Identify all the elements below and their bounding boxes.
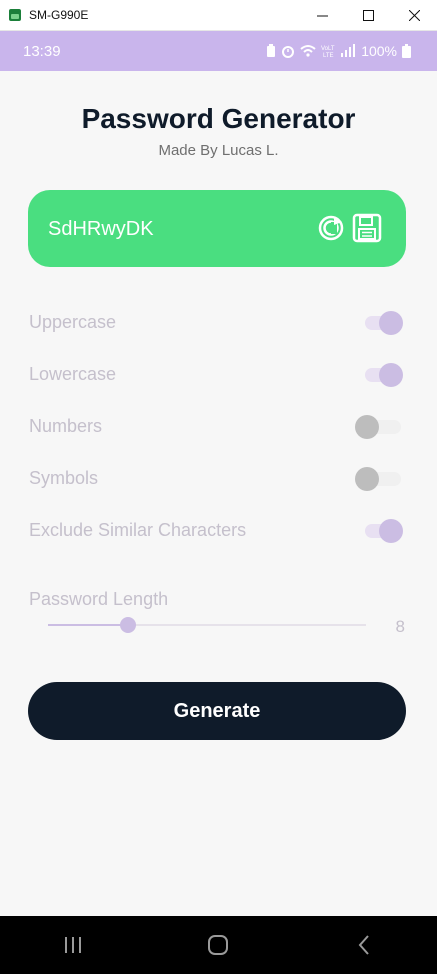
android-nav-bar: [0, 916, 437, 974]
wifi-icon: [300, 45, 316, 57]
toggle-knob: [355, 415, 379, 439]
maximize-icon: [362, 9, 374, 21]
home-icon: [208, 935, 229, 955]
window-titlebar: SM-G990E: [0, 0, 437, 31]
refresh-icon: [318, 215, 344, 241]
option-toggle[interactable]: [355, 467, 403, 491]
window-title: SM-G990E: [29, 8, 89, 22]
option-row: Numbers: [0, 403, 437, 455]
status-time: 13:39: [23, 42, 61, 60]
slider-thumb[interactable]: [119, 617, 136, 633]
minimize-button[interactable]: [299, 0, 345, 30]
option-label: Exclude Similar Characters: [29, 520, 247, 540]
option-label: Symbols: [29, 468, 99, 488]
option-toggle[interactable]: [365, 519, 403, 543]
status-bar: 13:39 VoLTELTE 100%: [0, 31, 437, 71]
option-row: Uppercase: [0, 299, 437, 351]
home-button[interactable]: [188, 925, 248, 965]
app-window-icon: [9, 9, 21, 21]
battery-saver-icon: [267, 44, 276, 57]
option-label: Uppercase: [29, 312, 117, 332]
signal-icon: [341, 44, 356, 57]
app-screen: Password Generator Made By Lucas L. SdHR…: [0, 71, 437, 916]
maximize-button[interactable]: [345, 0, 391, 30]
password-length-value: 8: [395, 617, 405, 636]
back-button[interactable]: [334, 925, 394, 965]
svg-text:VoLTE: VoLTE: [321, 46, 335, 52]
minimize-icon: [316, 15, 328, 16]
password-length-slider[interactable]: [48, 615, 366, 635]
password-card: SdHRwyDK: [28, 190, 406, 267]
option-toggle[interactable]: [365, 311, 403, 335]
svg-text:LTE: LTE: [323, 53, 334, 58]
option-toggle[interactable]: [355, 415, 403, 439]
recent-apps-icon: [64, 937, 81, 953]
page-title: Password Generator: [81, 103, 356, 134]
option-row: Lowercase: [0, 351, 437, 403]
close-button[interactable]: [391, 0, 437, 30]
option-row: Symbols: [0, 455, 437, 507]
back-icon: [358, 935, 369, 955]
generate-button[interactable]: Generate: [28, 682, 406, 740]
volte-icon: VoLTELTE: [321, 46, 335, 58]
save-icon: [352, 213, 382, 243]
regenerate-button[interactable]: [316, 213, 346, 243]
toggle-knob: [355, 467, 379, 491]
toggle-knob: [379, 311, 403, 335]
password-length-label: Password Length: [29, 589, 169, 609]
slider-fill: [48, 624, 128, 626]
option-toggle[interactable]: [365, 363, 403, 387]
toggle-knob: [379, 519, 403, 543]
recent-apps-button[interactable]: [43, 925, 103, 965]
alarm-icon: [282, 46, 295, 58]
battery-icon: [402, 44, 411, 58]
option-row: Exclude Similar Characters: [0, 507, 437, 559]
battery-percent: 100%: [361, 43, 397, 59]
page-subtitle: Made By Lucas L.: [158, 142, 279, 159]
option-label: Lowercase: [29, 364, 117, 384]
password-output[interactable]: SdHRwyDK: [48, 218, 154, 241]
close-icon: [408, 9, 420, 21]
option-label: Numbers: [29, 416, 103, 436]
save-button[interactable]: [352, 213, 382, 243]
options-list: Uppercase Lowercase Numbers Symbols Exclude …: [0, 299, 437, 559]
toggle-knob: [379, 363, 403, 387]
